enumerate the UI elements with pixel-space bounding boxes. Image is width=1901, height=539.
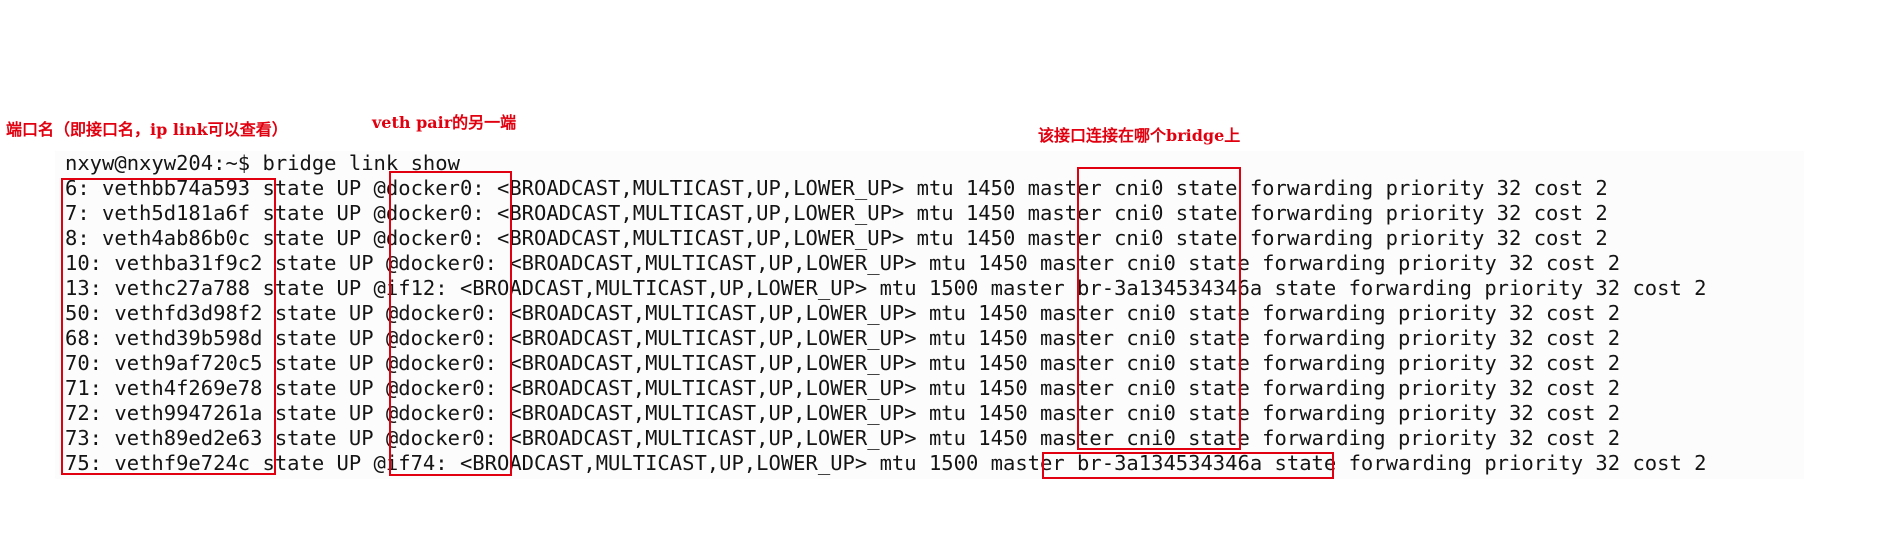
annotation-port-name: 端口名（即接口名，ip link可以查看） xyxy=(6,120,288,139)
terminal-prompt-line: nxyw@nxyw204:~$ bridge link show xyxy=(65,151,460,175)
screenshot-page: 端口名（即接口名，ip link可以查看） veth pair的另一端 该接口连… xyxy=(0,0,1901,539)
annotation-veth-peer: veth pair的另一端 xyxy=(372,113,517,132)
terminal-line: 75: vethf9e724c state UP @if74: <BROADCA… xyxy=(65,451,1707,475)
terminal-line: 50: vethfd3d98f2 state UP @docker0: <BRO… xyxy=(65,301,1621,325)
terminal-line: 70: veth9af720c5 state UP @docker0: <BRO… xyxy=(65,351,1621,375)
terminal-line: 8: veth4ab86b0c state UP @docker0: <BROA… xyxy=(65,226,1608,250)
annotation-bridge-master: 该接口连接在哪个bridge上 xyxy=(1038,126,1241,145)
terminal-line: 72: veth9947261a state UP @docker0: <BRO… xyxy=(65,401,1621,425)
terminal-output[interactable]: nxyw@nxyw204:~$ bridge link show 6: veth… xyxy=(55,151,1804,479)
terminal-line: 73: veth89ed2e63 state UP @docker0: <BRO… xyxy=(65,426,1621,450)
terminal-line: 6: vethbb74a593 state UP @docker0: <BROA… xyxy=(65,176,1608,200)
terminal-line: 71: veth4f269e78 state UP @docker0: <BRO… xyxy=(65,376,1621,400)
terminal-line: 7: veth5d181a6f state UP @docker0: <BROA… xyxy=(65,201,1608,225)
terminal-line: 68: vethd39b598d state UP @docker0: <BRO… xyxy=(65,326,1621,350)
terminal-line: 10: vethba31f9c2 state UP @docker0: <BRO… xyxy=(65,251,1621,275)
terminal-line: 13: vethc27a788 state UP @if12: <BROADCA… xyxy=(65,276,1707,300)
